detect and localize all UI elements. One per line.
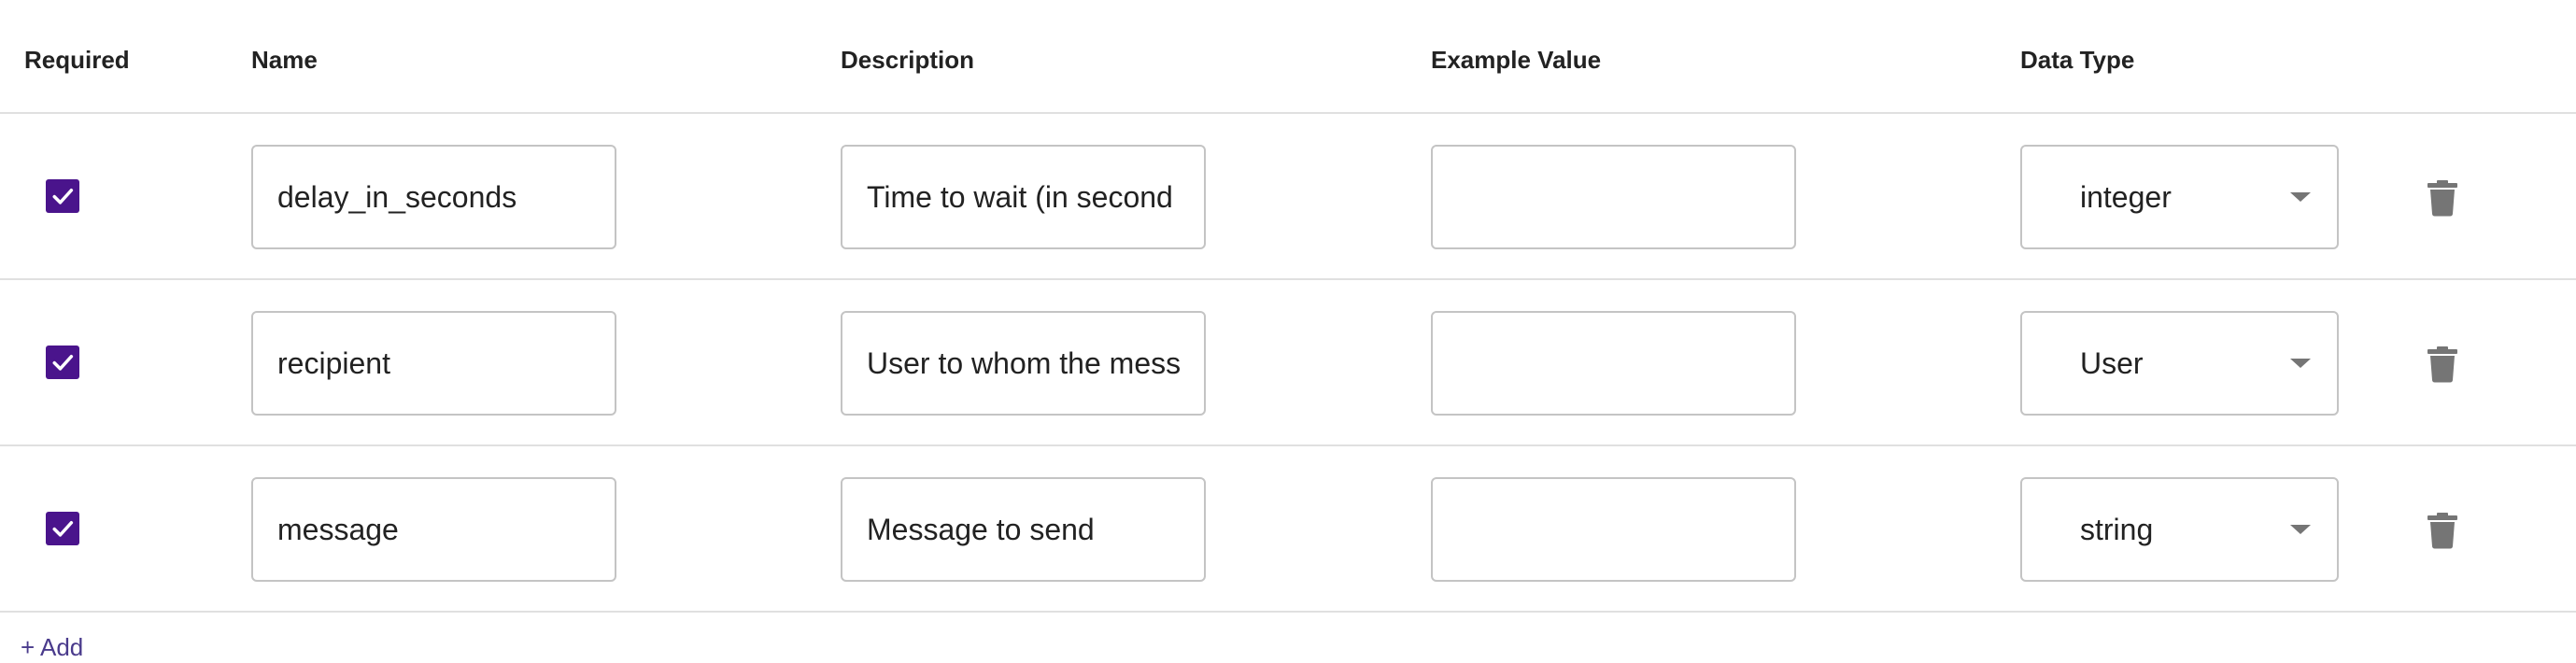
- required-checkbox[interactable]: [46, 346, 79, 379]
- table-row: User: [0, 280, 2576, 446]
- trash-icon: [2427, 346, 2457, 383]
- data-type-select[interactable]: string: [2020, 477, 2339, 582]
- column-header-name: Name: [251, 46, 318, 74]
- example-value-input[interactable]: [1433, 313, 1794, 414]
- check-icon: [52, 355, 74, 371]
- data-type-value: User: [2080, 346, 2144, 380]
- data-type-select[interactable]: integer: [2020, 145, 2339, 249]
- delete-row-button[interactable]: [2423, 344, 2462, 385]
- delete-row-button[interactable]: [2423, 510, 2462, 551]
- required-checkbox[interactable]: [46, 512, 79, 545]
- check-icon: [52, 189, 74, 205]
- description-field[interactable]: [841, 311, 1206, 416]
- column-header-example-value: Example Value: [1431, 46, 1602, 74]
- example-value-input[interactable]: [1433, 479, 1794, 580]
- table-header: Required Name Description Example Value …: [0, 0, 2576, 114]
- description-input[interactable]: [842, 147, 1204, 247]
- check-icon: [52, 521, 74, 537]
- name-field[interactable]: [251, 477, 616, 582]
- name-input[interactable]: [253, 479, 615, 580]
- name-field[interactable]: [251, 145, 616, 249]
- column-header-description: Description: [841, 46, 975, 74]
- table-row: string: [0, 446, 2576, 613]
- column-header-data-type: Data Type: [2020, 46, 2135, 74]
- description-input[interactable]: [842, 313, 1204, 414]
- data-type-value: string: [2080, 513, 2154, 546]
- dropdown-arrow-icon: [2290, 192, 2311, 202]
- name-field[interactable]: [251, 311, 616, 416]
- dropdown-arrow-icon: [2290, 359, 2311, 368]
- add-row-button[interactable]: + Add: [21, 631, 83, 663]
- description-field[interactable]: [841, 477, 1206, 582]
- example-value-input[interactable]: [1433, 147, 1794, 247]
- data-type-value: integer: [2080, 180, 2172, 214]
- column-header-required: Required: [24, 46, 130, 74]
- delete-row-button[interactable]: [2423, 177, 2462, 219]
- trash-icon: [2427, 180, 2457, 217]
- example-value-field[interactable]: [1431, 145, 1796, 249]
- dropdown-arrow-icon: [2290, 525, 2311, 534]
- trash-icon: [2427, 513, 2457, 549]
- example-value-field[interactable]: [1431, 477, 1796, 582]
- required-checkbox[interactable]: [46, 179, 79, 213]
- example-value-field[interactable]: [1431, 311, 1796, 416]
- description-input[interactable]: [842, 479, 1204, 580]
- name-input[interactable]: [253, 147, 615, 247]
- description-field[interactable]: [841, 145, 1206, 249]
- table-row: integer: [0, 114, 2576, 280]
- data-type-select[interactable]: User: [2020, 311, 2339, 416]
- name-input[interactable]: [253, 313, 615, 414]
